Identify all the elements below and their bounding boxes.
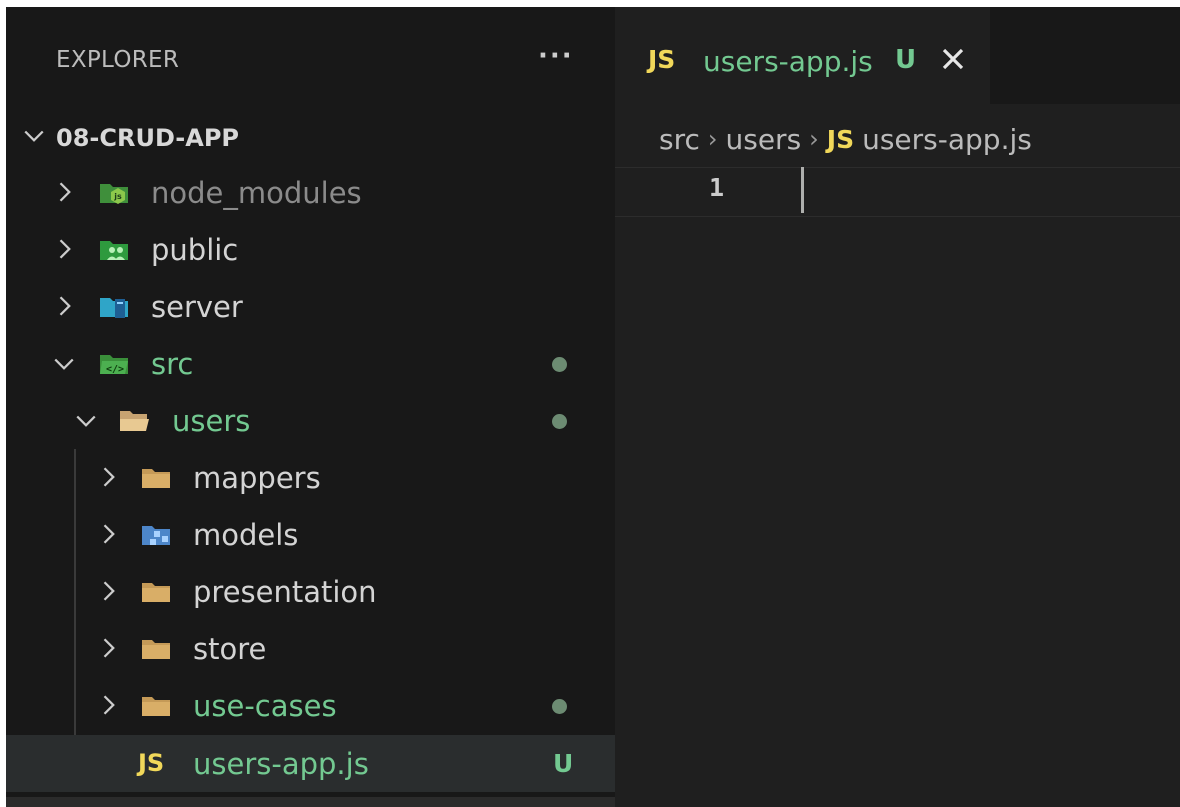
close-icon[interactable]	[937, 43, 969, 75]
modified-dot-indicator	[552, 414, 567, 429]
modified-dot-indicator	[552, 699, 567, 714]
chevron-right-icon	[94, 634, 122, 662]
tree-item-public[interactable]: public	[6, 221, 615, 278]
svg-text:js: js	[113, 192, 122, 201]
src-folder-icon: </>	[98, 347, 130, 379]
tree-item-label: users-app.js	[193, 747, 369, 781]
tree-item-src[interactable]: </> src	[6, 335, 615, 392]
current-line-highlight[interactable]	[615, 167, 1180, 217]
tree-item-use-cases[interactable]: use-cases	[6, 677, 615, 734]
sidebar-bottom-border	[6, 797, 615, 807]
folder-icon	[140, 632, 172, 664]
js-file-icon: JS	[648, 45, 676, 74]
chevron-right-icon	[50, 292, 78, 320]
chevron-right-icon	[94, 463, 122, 491]
editor-tab-bar: JS users-app.js U	[615, 7, 1180, 104]
chevron-right-icon	[50, 235, 78, 263]
public-folder-icon	[98, 233, 130, 265]
tree-item-label: store	[193, 632, 267, 666]
chevron-right-icon	[94, 577, 122, 605]
root-folder-label: 08-CRUD-APP	[56, 124, 240, 152]
untracked-status-badge: U	[895, 45, 917, 75]
tree-item-label: use-cases	[193, 689, 337, 723]
models-folder-icon	[140, 518, 172, 550]
tree-item-label: users	[172, 404, 251, 438]
chevron-right-icon	[50, 178, 78, 206]
explorer-header: EXPLORER ···	[6, 7, 615, 117]
tree-item-label: src	[151, 347, 194, 381]
untracked-status-badge: U	[553, 749, 574, 778]
chevron-right-icon	[94, 520, 122, 548]
tab-title: users-app.js	[703, 45, 873, 78]
svg-text:</>: </>	[106, 364, 124, 375]
tree-item-label: presentation	[193, 575, 377, 609]
breadcrumb-chevron-icon: ›	[707, 125, 718, 153]
tree-item-mappers[interactable]: mappers	[6, 449, 615, 506]
breadcrumb-item-src[interactable]: src	[659, 123, 700, 156]
line-number: 1	[709, 173, 725, 202]
breadcrumb-chevron-icon: ›	[809, 125, 819, 153]
modified-dot-indicator	[552, 357, 567, 372]
folder-icon	[140, 461, 172, 493]
tree-item-label: public	[151, 233, 239, 267]
tree-item-label: server	[151, 290, 243, 324]
explorer-root-folder[interactable]: 08-CRUD-APP	[6, 107, 615, 164]
chevron-down-icon	[20, 121, 48, 149]
chevron-down-icon	[72, 406, 100, 434]
tree-item-models[interactable]: models	[6, 506, 615, 563]
open-folder-icon	[118, 404, 150, 436]
folder-icon	[140, 689, 172, 721]
tab-users-app-js[interactable]: JS users-app.js U	[615, 7, 990, 104]
breadcrumb-item-file[interactable]: users-app.js	[862, 123, 1032, 156]
server-folder-icon	[98, 290, 130, 322]
tree-item-label: models	[193, 518, 299, 552]
explorer-title: EXPLORER	[56, 47, 180, 73]
explorer-sidebar: EXPLORER ··· 08-CRUD-APP js node_modules	[6, 7, 615, 807]
vscode-window: EXPLORER ··· 08-CRUD-APP js node_modules	[6, 7, 1180, 807]
tree-item-presentation[interactable]: presentation	[6, 563, 615, 620]
more-actions-button[interactable]: ···	[538, 41, 574, 71]
breadcrumb: src › users › JS users-app.js	[659, 119, 1032, 159]
chevron-right-icon	[94, 691, 122, 719]
folder-icon	[140, 575, 172, 607]
breadcrumb-item-users[interactable]: users	[726, 123, 802, 156]
editor-area: JS users-app.js U src › users › JS users…	[615, 7, 1180, 807]
tree-item-label: mappers	[193, 461, 321, 495]
nodejs-folder-icon: js	[98, 176, 130, 208]
js-file-icon: JS	[826, 124, 855, 154]
text-cursor	[801, 167, 804, 213]
tree-item-server[interactable]: server	[6, 278, 615, 335]
tree-item-users[interactable]: users	[6, 392, 615, 449]
tree-item-node-modules[interactable]: js node_modules	[6, 164, 615, 221]
chevron-down-icon	[50, 349, 78, 377]
js-file-icon: JS	[138, 749, 165, 777]
tree-item-store[interactable]: store	[6, 620, 615, 677]
tree-item-users-app-js[interactable]: JS users-app.js U	[6, 735, 615, 792]
tree-item-label: node_modules	[151, 176, 362, 210]
